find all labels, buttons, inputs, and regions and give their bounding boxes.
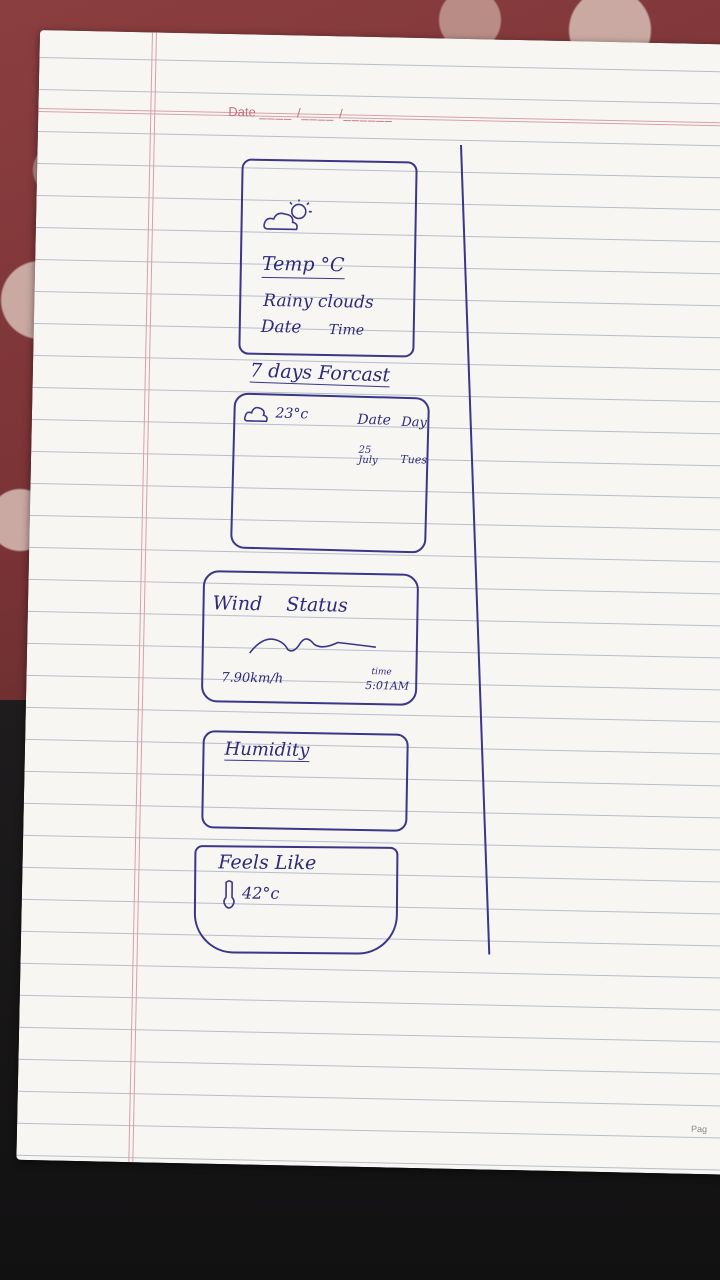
weather-description: Rainy clouds (263, 290, 374, 313)
wind-status-card: Wind Status 7.90km/h time 5:01AM (200, 570, 420, 706)
forecast-date-value: 25 July (358, 444, 378, 467)
humidity-card: Humidity (201, 730, 409, 832)
current-temp: Temp °C (261, 252, 345, 280)
forecast-day-value: Tues (400, 452, 428, 467)
wind-title: Wind Status (212, 592, 349, 617)
forecast-title: 7 days Forcast (249, 359, 391, 388)
feels-like-value: 42°c (241, 883, 280, 903)
current-date: Date (260, 316, 302, 338)
forecast-temp: 23°c (275, 405, 309, 423)
left-margin-line (128, 32, 157, 1163)
cloud-icon (243, 406, 268, 423)
date-label: Date (228, 103, 256, 120)
sun-cloud-icon (263, 199, 312, 231)
feels-like-card: Feels Like 42°c (193, 845, 399, 955)
forecast-date-header: Date (357, 411, 392, 429)
forecast-card[interactable]: 23°c Date Day 25 July Tues (229, 392, 431, 554)
feels-like-title: Feels Like (218, 851, 317, 875)
current-time: Time (328, 322, 365, 339)
thermometer-icon (223, 880, 235, 909)
wind-speed: 7.90km/h (221, 670, 284, 687)
forecast-day-header: Day (401, 414, 428, 431)
wind-time-value: 5:01AM (365, 678, 410, 693)
humidity-title: Humidity (224, 738, 310, 763)
wind-graph (249, 638, 376, 654)
date-stamp: Date ____ /____ /______ (228, 104, 393, 122)
current-weather-card: Temp °C Rainy clouds Date Time (238, 158, 418, 358)
wind-time-label: time (371, 667, 392, 678)
date-blanks: ____ /____ /______ (259, 104, 394, 123)
page-corner-label: Pag (691, 1123, 708, 1135)
